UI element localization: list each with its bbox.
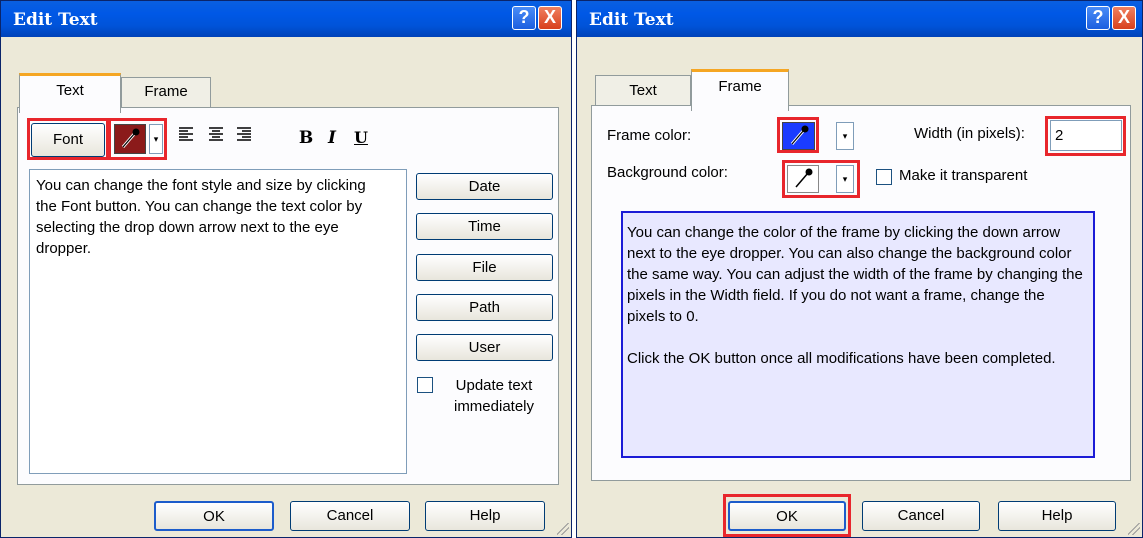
tab-frame[interactable]: Frame xyxy=(691,69,789,111)
title-help-button[interactable]: ? xyxy=(1086,6,1110,30)
align-center-icon xyxy=(209,127,223,141)
align-right-button[interactable] xyxy=(233,124,255,152)
info-box: You can change the color of the frame by… xyxy=(621,211,1095,458)
update-text-checkbox[interactable] xyxy=(417,377,433,393)
frame-color-highlight xyxy=(777,117,819,153)
insert-user-button[interactable]: User xyxy=(416,334,553,361)
help-button[interactable]: Help xyxy=(425,501,545,531)
align-left-button[interactable] xyxy=(175,124,197,152)
help-button[interactable]: Help xyxy=(998,501,1116,531)
title-bar[interactable]: Edit Text ? X xyxy=(1,1,571,37)
background-color-label: Background color: xyxy=(607,164,728,181)
resize-grip-icon[interactable] xyxy=(1128,523,1140,535)
insert-file-button[interactable]: File xyxy=(416,254,553,281)
edit-text-dialog-text-tab: Edit Text ? X Text Frame Font ▾ B I U Yo… xyxy=(0,0,572,538)
make-transparent-label: Make it transparent xyxy=(899,167,1028,184)
title-help-button[interactable]: ? xyxy=(512,6,536,30)
ok-button[interactable]: OK xyxy=(154,501,274,531)
insert-path-button[interactable]: Path xyxy=(416,294,553,321)
text-editor[interactable]: You can change the font style and size b… xyxy=(29,169,407,474)
font-button-highlight xyxy=(27,118,109,160)
info-paragraph: Click the OK button once all modificatio… xyxy=(627,350,1056,367)
cancel-button[interactable]: Cancel xyxy=(290,501,410,531)
dialog-title: Edit Text xyxy=(13,10,98,30)
underline-button[interactable]: U xyxy=(350,124,372,152)
insert-time-button[interactable]: Time xyxy=(416,213,553,240)
width-label: Width (in pixels): xyxy=(914,125,1025,142)
cancel-button[interactable]: Cancel xyxy=(862,501,980,531)
title-close-button[interactable]: X xyxy=(538,6,562,30)
color-picker-highlight xyxy=(108,118,167,160)
align-right-icon xyxy=(237,127,251,141)
info-paragraph: You can change the color of the frame by… xyxy=(627,224,1083,325)
italic-button[interactable]: I xyxy=(321,124,343,152)
insert-date-button[interactable]: Date xyxy=(416,173,553,200)
tab-text[interactable]: Text xyxy=(19,73,121,113)
text-editor-content: You can change the font style and size b… xyxy=(36,177,366,257)
update-text-label: Update text immediately xyxy=(453,377,535,415)
edit-text-dialog-frame-tab: Edit Text ? X Text Frame Frame color: ▾ … xyxy=(576,0,1143,538)
title-bar[interactable]: Edit Text ? X xyxy=(577,1,1142,37)
background-color-highlight xyxy=(782,160,860,198)
frame-color-label: Frame color: xyxy=(607,127,692,144)
resize-grip-icon[interactable] xyxy=(557,523,569,535)
ok-button-highlight xyxy=(723,494,851,537)
make-transparent-checkbox[interactable] xyxy=(876,169,892,185)
bold-button[interactable]: B xyxy=(295,124,317,152)
tab-frame[interactable]: Frame xyxy=(121,77,211,107)
title-close-button[interactable]: X xyxy=(1112,6,1136,30)
width-input-highlight xyxy=(1045,116,1126,156)
align-center-button[interactable] xyxy=(205,124,227,152)
align-left-icon xyxy=(179,127,193,141)
dialog-title: Edit Text xyxy=(589,10,674,30)
chevron-down-icon: ▾ xyxy=(842,131,848,141)
frame-color-dropdown[interactable]: ▾ xyxy=(836,122,854,150)
tab-text[interactable]: Text xyxy=(595,75,691,107)
